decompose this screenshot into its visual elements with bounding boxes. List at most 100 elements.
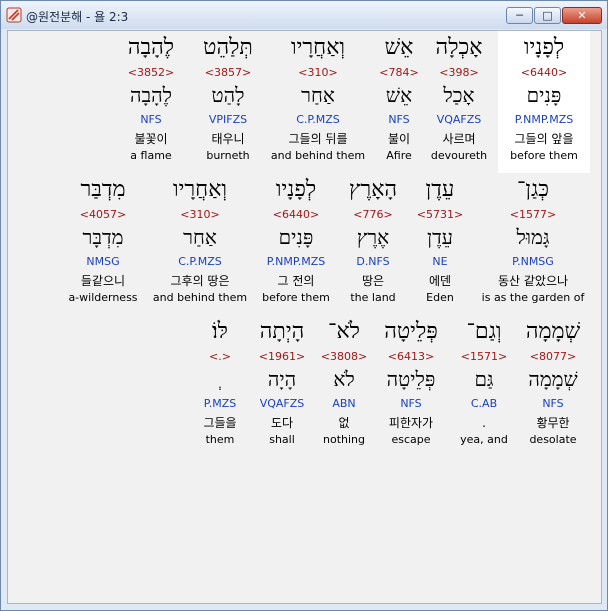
parse-code: NFS (140, 113, 162, 126)
english-gloss: shall (269, 433, 295, 446)
hebrew-word: פְּלֵיטָה (384, 319, 438, 344)
word-cell[interactable]: לְפָנָיו <6440> פָּנִים P.NMP.MZS 그들의 앞을… (498, 31, 590, 173)
english-gloss: and behind them (270, 149, 366, 162)
korean-gloss: 에덴 (428, 274, 452, 288)
lemma-word: שְׁמָמָה (528, 367, 578, 391)
hebrew-word: עֵדֶן (425, 177, 455, 202)
word-cell[interactable]: כְּגַן־ <1577> גָּמוּל P.NMSG 동산 같았으나 is… (468, 173, 598, 315)
lemma-word: פָּנִים (526, 83, 562, 107)
word-cell[interactable]: תְּלַהֵט <3857> לָהַט VPIFZS 태우니 burneth (182, 31, 274, 173)
lemma-word: הָיָה (267, 367, 297, 391)
english-gloss: and behind them (152, 291, 248, 304)
english-gloss: the land (350, 291, 396, 304)
korean-gloss: 그들의 앞을 (514, 132, 574, 146)
minimize-icon: ─ (516, 9, 523, 22)
word-cell[interactable]: וְגַם־ <1571> גַּם C.AB . yea, and (451, 315, 517, 457)
word-cell[interactable]: לּוֹ׃ <.> ְ P.MZS 그들을 them (190, 315, 250, 457)
english-gloss: a-wilderness (68, 291, 138, 304)
word-cell[interactable]: עֵדֶן <5731> עֵדֶן NE 에덴 Eden (405, 173, 475, 315)
english-gloss: before them (510, 149, 578, 162)
korean-gloss: 동산 같았으나 (497, 274, 569, 288)
lemma-word: פְּלֵיטָה (386, 367, 436, 391)
strong-number: <3857> (204, 66, 252, 79)
title-bar[interactable]: @원전분해 - 욜 2:3 ─ □ ✕ (1, 1, 607, 29)
close-button[interactable]: ✕ (562, 7, 602, 24)
word-cell[interactable]: לֶהָבָה <3852> לֶהָבָה NFS 불꽃이 a flame (110, 31, 192, 173)
app-icon (6, 7, 22, 23)
word-cell[interactable]: וְאַחֲרָיו <310> אַחַר C.P.MZS 그들의 뒤를 an… (263, 31, 373, 173)
lemma-word: גָּמוּל (516, 225, 550, 249)
parse-code: C.AB (470, 397, 498, 410)
parse-code: ABN (332, 397, 356, 410)
parse-code: NE (432, 255, 448, 268)
hebrew-word: לֹא־ (328, 319, 360, 344)
lemma-word: לֶהָבָה (129, 83, 172, 107)
korean-gloss: 그 전의 (277, 274, 315, 288)
strong-number: <6413> (387, 350, 435, 363)
strong-number: <1961> (258, 350, 306, 363)
word-cell[interactable]: לְפָנָיו <6440> פָּנִים P.NMP.MZS 그 전의 b… (250, 173, 342, 315)
lemma-word: לָהַט (211, 83, 245, 107)
english-gloss: escape (391, 433, 431, 446)
lemma-word: אֶרֶץ (356, 225, 390, 249)
parse-code: VPIFZS (208, 113, 248, 126)
strong-number: <6440> (520, 66, 568, 79)
parse-code: C.P.MZS (178, 255, 222, 268)
lemma-word: אַחַר (183, 225, 217, 249)
maximize-button[interactable]: □ (534, 7, 561, 24)
maximize-icon: □ (542, 9, 553, 22)
parse-code: P.MZS (203, 397, 237, 410)
strong-number: <6440> (272, 208, 320, 221)
parse-code: D.NFS (356, 255, 390, 268)
korean-gloss: . (482, 416, 486, 430)
lemma-word: גַּם (474, 367, 494, 391)
strong-number: <8077> (529, 350, 577, 363)
parse-code: P.NMP.MZS (514, 113, 574, 126)
word-cell[interactable]: שְׁמָמָה <8077> שְׁמָמָה NFS 황무한 desolat… (513, 315, 593, 457)
korean-gloss: 그들을 (203, 416, 237, 430)
strong-number: <3808> (320, 350, 368, 363)
english-gloss: yea, and (460, 433, 508, 446)
hebrew-word: וְגַם־ (466, 319, 502, 344)
word-cell[interactable]: לֹא־ <3808> לֹא ABN 없 nothing (312, 315, 376, 457)
word-cell[interactable]: הָיְתָה <1961> הָיָה VQAFZS 도다 shall (246, 315, 318, 457)
strong-number: <776> (353, 208, 393, 221)
interlinear-panel[interactable]: לְפָנָיו <6440> פָּנִים P.NMP.MZS 그들의 앞을… (7, 30, 602, 604)
hebrew-word: וְאַחֲרָיו (290, 35, 346, 60)
strong-number: <5731> (416, 208, 464, 221)
window-title: @원전분해 - 욜 2:3 (26, 10, 129, 24)
hebrew-word: לְפָנָיו (275, 177, 317, 202)
korean-gloss: 땅은 (361, 274, 385, 288)
korean-gloss: 없 (338, 416, 350, 430)
strong-number: <3852> (127, 66, 175, 79)
korean-gloss: 도다 (270, 416, 294, 430)
strong-number: <1571> (460, 350, 508, 363)
word-cell[interactable]: מִדְבַּר <4057> מִדְבָּר NMSG 들같으니 a-wil… (62, 173, 144, 315)
strong-number: <.> (209, 350, 231, 363)
minimize-button[interactable]: ─ (506, 7, 533, 24)
word-cell[interactable]: הָאָרֶץ <776> אֶרֶץ D.NFS 땅은 the land (338, 173, 408, 315)
lemma-word: מִדְבָּר (82, 225, 124, 249)
parse-code: NMSG (86, 255, 120, 268)
english-gloss: is as the garden of (481, 291, 585, 304)
parse-code: NFS (400, 397, 422, 410)
hebrew-word: שְׁמָמָה (525, 319, 581, 344)
parse-code: C.P.MZS (296, 113, 340, 126)
lemma-word: לֹא (333, 367, 355, 391)
english-gloss: burneth (206, 149, 250, 162)
app-window: @원전분해 - 욜 2:3 ─ □ ✕ לְפָנָיו <6440> פָּנ… (0, 0, 608, 611)
word-cell[interactable]: וְאַחֲרָיו <310> אַחַר C.P.MZS 그후의 땅은 an… (148, 173, 252, 315)
hebrew-word: וְאַחֲרָיו (172, 177, 228, 202)
korean-gloss: 그후의 땅은 (170, 274, 230, 288)
korean-gloss: 황무한 (536, 416, 570, 430)
close-icon: ✕ (577, 9, 587, 22)
strong-number: <1577> (509, 208, 557, 221)
parse-code: VQAFZS (259, 397, 305, 410)
strong-number: <310> (298, 66, 338, 79)
hebrew-word: הָיְתָה (259, 319, 305, 344)
lemma-word: אַחַר (301, 83, 335, 107)
word-cell[interactable]: פְּלֵיטָה <6413> פְּלֵיטָה NFS 피한자가 esca… (371, 315, 451, 457)
english-gloss: Eden (426, 291, 454, 304)
hebrew-word: תְּלַהֵט (203, 35, 253, 60)
english-gloss: nothing (323, 433, 365, 446)
